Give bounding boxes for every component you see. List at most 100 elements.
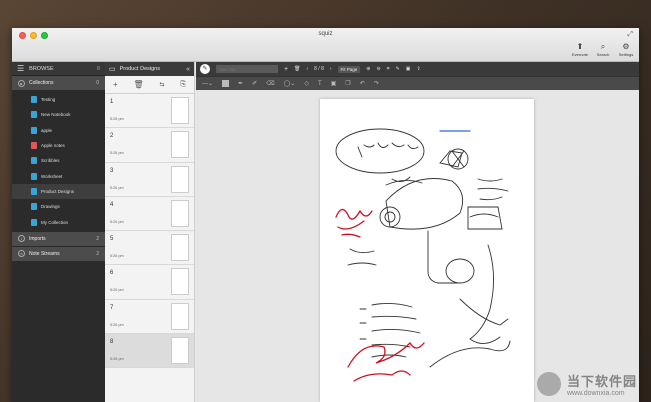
- note-thumbnail: [171, 268, 189, 296]
- fit-page-button[interactable]: Fit Page: [337, 65, 361, 73]
- canvas-area[interactable]: [196, 90, 639, 402]
- stroke-width-icon[interactable]: —⌄: [202, 80, 213, 87]
- imports-label: Imports: [29, 235, 46, 242]
- note-streams-header[interactable]: ≈ Note Streams 2: [12, 246, 105, 261]
- note-number: 5: [110, 236, 114, 243]
- sidebar-item-drawings[interactable]: Drawings: [12, 199, 105, 214]
- note-number: 6: [110, 270, 114, 277]
- notebook-icon: [31, 142, 37, 150]
- zoom-in-icon[interactable]: ⊕: [366, 66, 370, 72]
- note-time: 5:26 pm: [110, 357, 124, 362]
- notebook-icon: ▭: [109, 66, 116, 73]
- note-time: 5:26 pm: [110, 219, 124, 224]
- browse-sidebar: ☰ BROWSE 8 ▸ Collections 0 Testing New N…: [12, 62, 105, 402]
- sidebar-item-worksheet[interactable]: Worksheet: [12, 168, 105, 183]
- sidebar-item-label: Product Designs: [41, 188, 75, 194]
- sidebar-item-label: New Notebook: [41, 112, 71, 118]
- notebook-icon: [31, 172, 37, 180]
- note-thumbnail: [171, 234, 189, 262]
- crop-icon[interactable]: ⌗: [387, 66, 390, 72]
- evernote-button[interactable]: ⬆ Evernote: [571, 42, 589, 57]
- note-item[interactable]: 6 5:26 pm: [105, 265, 194, 300]
- shape-tool-icon[interactable]: ◇: [304, 80, 309, 87]
- settings-button[interactable]: ⚙ Settings: [617, 42, 635, 57]
- sidebar-item-label: Drawings: [41, 204, 60, 210]
- watermark-logo-icon: [534, 370, 563, 398]
- sidebar-item-product-designs[interactable]: Product Designs: [12, 183, 105, 200]
- sidebar-item-apple-notes[interactable]: Apple notes: [12, 138, 105, 153]
- notes-toolbar: + 🗑 ⇆ ⎘: [105, 76, 194, 94]
- search-icon: ⌕: [600, 42, 606, 51]
- trash-icon[interactable]: 🗑: [133, 80, 143, 89]
- delete-page-icon[interactable]: 🗑: [294, 66, 300, 72]
- page-counter: 8 / 8: [314, 66, 324, 72]
- prev-page-icon[interactable]: ‹: [306, 66, 308, 72]
- evernote-icon: ⬆: [576, 42, 584, 51]
- note-number: 4: [110, 201, 114, 208]
- note-number: 1: [110, 99, 114, 105]
- marker-tool-icon[interactable]: ✐: [252, 80, 257, 87]
- fullscreen-icon[interactable]: ⤢: [627, 31, 633, 39]
- collections-header[interactable]: ▸ Collections 0: [12, 76, 105, 90]
- note-item[interactable]: 7 5:26 pm: [105, 300, 194, 335]
- note-thumbnail: [171, 97, 189, 124]
- zoom-out-icon[interactable]: ⊖: [377, 66, 381, 72]
- collections-icon: ▸: [18, 79, 25, 87]
- title-bar: squiz ⤢ ⬆ Evernote ⌕ Search ⚙ Settings: [12, 28, 639, 62]
- next-page-icon[interactable]: ›: [330, 66, 332, 72]
- browse-count: 8: [96, 65, 100, 72]
- eraser-tool-icon[interactable]: ⌫: [266, 80, 274, 87]
- image-icon[interactable]: ▣: [406, 66, 411, 72]
- note-thumbnail: [171, 165, 189, 193]
- note-title-input[interactable]: [216, 65, 278, 73]
- share-icon[interactable]: ⇪: [416, 66, 420, 72]
- browse-header: ☰ BROWSE 8: [12, 62, 105, 76]
- note-number: 8: [110, 339, 114, 346]
- color-swatch-icon[interactable]: [222, 80, 230, 87]
- menu-icon[interactable]: ☰: [17, 64, 24, 73]
- note-time: 5:26 pm: [110, 151, 124, 156]
- search-label: Search: [596, 52, 610, 57]
- sidebar-item-label: apple: [41, 127, 53, 133]
- window-title: squiz: [318, 31, 333, 37]
- note-item[interactable]: 4 5:26 pm: [105, 197, 194, 232]
- note-time: 5:26 pm: [110, 117, 124, 121]
- note-item-selected[interactable]: 8 5:26 pm: [105, 334, 194, 369]
- search-button[interactable]: ⌕ Search: [594, 42, 612, 57]
- lasso-tool-icon[interactable]: ◯⌄: [284, 80, 296, 87]
- streams-icon: ≈: [18, 250, 25, 258]
- insert-image-icon[interactable]: ▣: [331, 80, 337, 87]
- sidebar-item-scribbles[interactable]: Scribbles: [12, 153, 105, 168]
- note-item[interactable]: 2 5:26 pm: [105, 128, 194, 163]
- sidebar-item-apple[interactable]: apple: [12, 123, 105, 138]
- app-window: squiz ⤢ ⬆ Evernote ⌕ Search ⚙ Settings ☰…: [12, 28, 639, 402]
- pen-icon[interactable]: ✎: [200, 64, 210, 74]
- move-icon[interactable]: ⇆: [160, 81, 165, 88]
- edit-icon[interactable]: ✎: [396, 66, 400, 72]
- sidebar-item-label: My Collection: [41, 219, 69, 225]
- redo-icon[interactable]: ↷: [374, 80, 379, 87]
- sidebar-item-label: Apple notes: [41, 143, 65, 149]
- copy-icon[interactable]: ❐: [345, 80, 350, 87]
- note-item[interactable]: 1 5:26 pm: [105, 94, 194, 129]
- editor-pane: ✎ + 🗑 ‹ 8 / 8 › Fit Page ⊕ ⊖ ⌗ ✎ ▣ ⇪ —⌄ …: [196, 62, 639, 402]
- note-item[interactable]: 3 5:26 pm: [105, 163, 194, 197]
- notebook-icon: [31, 187, 37, 195]
- note-number: 2: [110, 133, 114, 140]
- add-note-icon[interactable]: +: [113, 80, 118, 89]
- sidebar-item-new-notebook[interactable]: New Notebook: [12, 107, 105, 122]
- text-tool-icon[interactable]: T: [318, 81, 322, 87]
- note-item[interactable]: 5 5:26 pm: [105, 231, 194, 266]
- export-icon[interactable]: ⎘: [180, 81, 186, 89]
- sidebar-item-label: Worksheet: [41, 173, 63, 179]
- pen-tool-icon[interactable]: ✒: [238, 80, 243, 87]
- add-page-icon[interactable]: +: [284, 66, 288, 73]
- undo-icon[interactable]: ↶: [360, 80, 365, 87]
- sidebar-item-my-collection[interactable]: My Collection: [12, 214, 105, 229]
- collapse-icon[interactable]: «: [186, 66, 190, 73]
- sidebar-item-testing[interactable]: Testing: [12, 92, 105, 107]
- note-page[interactable]: [320, 99, 534, 402]
- settings-label: Settings: [618, 52, 634, 57]
- imports-header[interactable]: ↓ Imports 2: [12, 231, 105, 246]
- watermark-cn: 当下软件园: [566, 374, 637, 389]
